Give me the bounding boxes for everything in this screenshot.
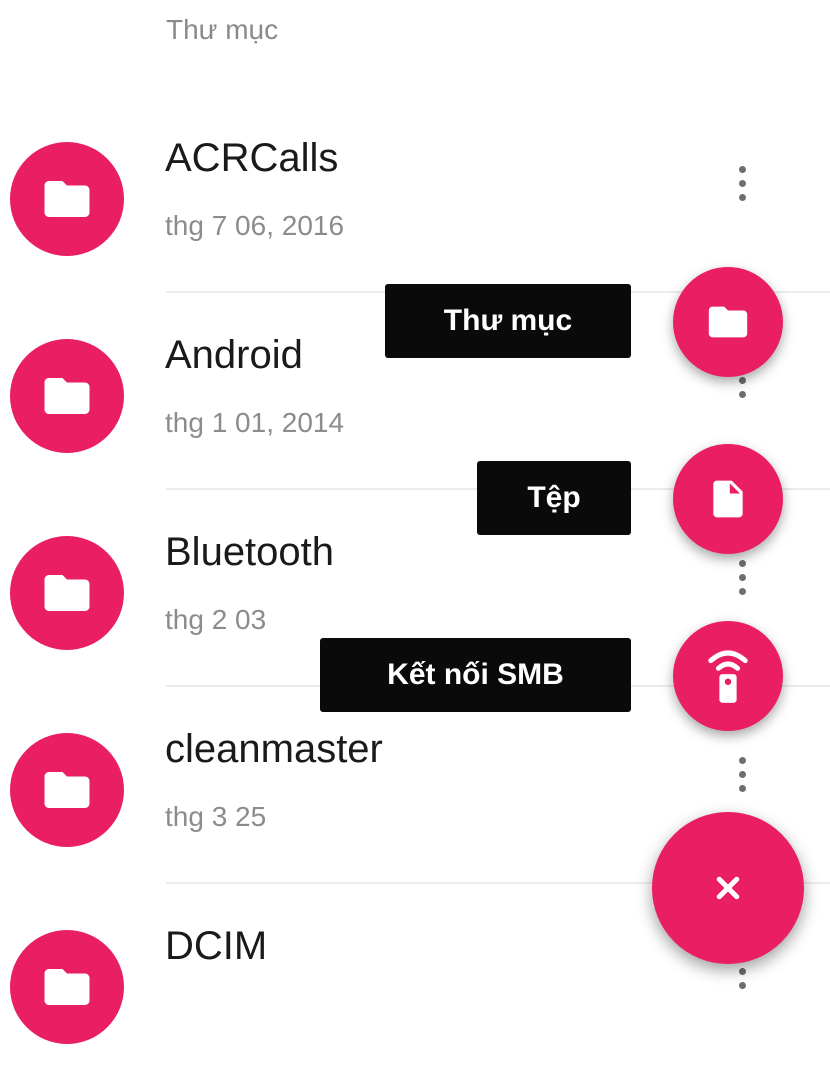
more-options-icon[interactable] <box>730 560 754 610</box>
folder-icon <box>10 733 124 847</box>
fab-label-folder[interactable]: Thư mục <box>385 284 631 358</box>
new-file-button[interactable] <box>673 444 783 554</box>
smb-connection-button[interactable] <box>673 621 783 731</box>
folder-name: cleanmaster <box>165 727 383 771</box>
folder-date: thg 3 25 <box>165 801 267 832</box>
close-fab-button[interactable] <box>652 812 804 964</box>
section-header: Thư mục <box>166 14 279 45</box>
folder-icon <box>10 339 124 453</box>
fab-label-smb[interactable]: Kết nối SMB <box>320 638 631 712</box>
file-icon <box>713 480 743 518</box>
more-options-icon[interactable] <box>730 757 754 807</box>
folder-date: thg 7 06, 2016 <box>165 210 345 241</box>
remote-icon <box>708 650 748 703</box>
folder-icon <box>10 142 124 256</box>
more-options-icon[interactable] <box>730 166 754 216</box>
folder-date: thg 2 03 <box>165 604 267 635</box>
close-icon <box>716 876 740 900</box>
fab-label-file[interactable]: Tệp <box>477 461 631 535</box>
folder-name: Android <box>165 333 303 377</box>
folder-name: Bluetooth <box>165 530 335 574</box>
new-folder-button[interactable] <box>673 267 783 377</box>
folder-icon <box>708 306 748 338</box>
folder-date: thg 1 01, 2014 <box>165 407 345 438</box>
folder-icon <box>10 930 124 1044</box>
folder-icon <box>10 536 124 650</box>
folder-name: DCIM <box>165 924 268 968</box>
folder-name: ACRCalls <box>165 136 339 180</box>
folder-row-acrcalls[interactable]: ACRCalls thg 7 06, 2016 <box>0 96 830 293</box>
